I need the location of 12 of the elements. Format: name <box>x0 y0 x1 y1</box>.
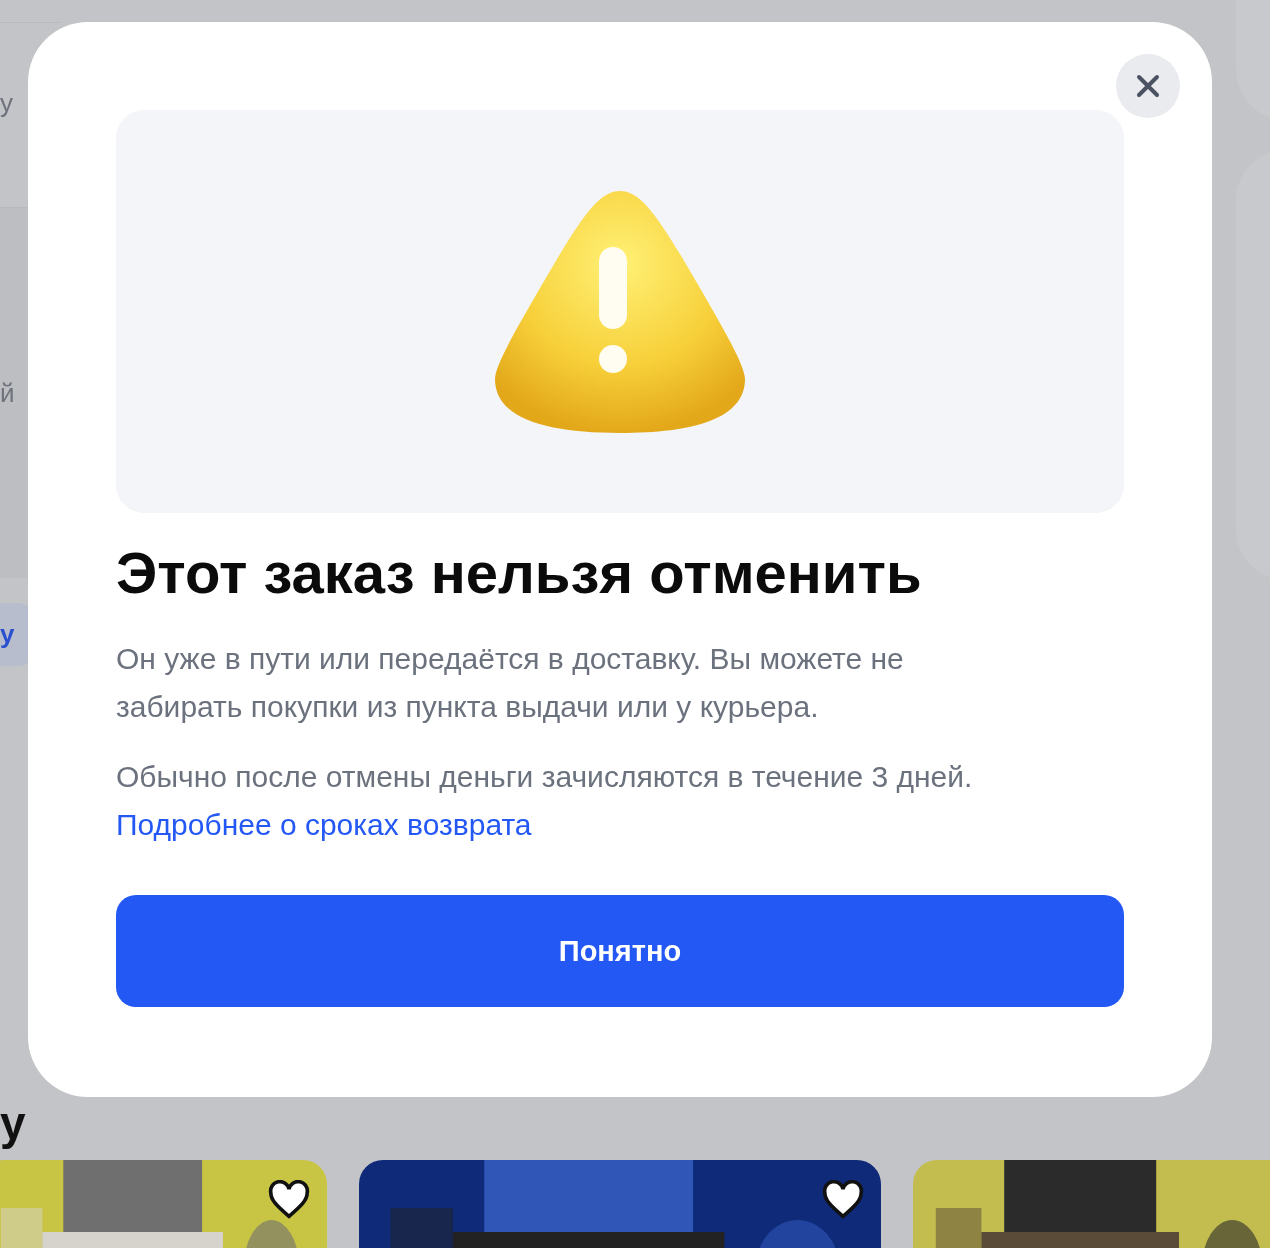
warning-icon <box>493 188 747 435</box>
background-text: й <box>0 377 15 409</box>
dialog-message: Обычно после отмены деньги зачисляются в течение 3 дней. <box>116 759 974 795</box>
return-terms-link[interactable]: Подробнее о сроках возврата <box>116 801 532 849</box>
background-text: у <box>0 87 13 119</box>
close-icon <box>1136 74 1160 98</box>
heart-icon[interactable] <box>267 1180 311 1220</box>
section-heading: у <box>0 1098 26 1148</box>
dialog-title: Этот заказ нельзя отменить <box>116 539 923 607</box>
heart-icon[interactable] <box>821 1180 865 1220</box>
ok-button[interactable]: Понятно <box>116 895 1124 1007</box>
dialog-message: Он уже в пути или передаётся в доставку. Вы можете не забирать покупки из пункта выдачи или у курьера. <box>116 641 905 725</box>
